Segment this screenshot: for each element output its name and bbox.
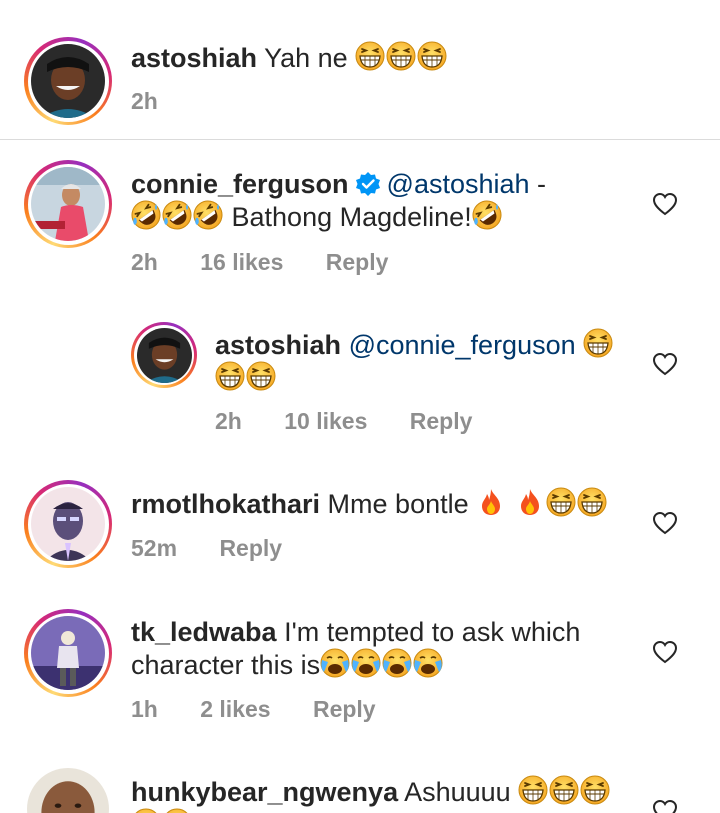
fire-emoji [515, 487, 545, 517]
avatar-image [31, 616, 105, 690]
comment-text-line: astoshiah @connie_ferguson [215, 328, 614, 361]
comment-text-line: rmotlhokathari Mme bontle [131, 487, 608, 520]
grin-squint-emoji [583, 328, 613, 358]
avatar-image [136, 327, 192, 383]
grin-squint-emoji [131, 808, 161, 813]
grin-squint-emoji [417, 41, 447, 71]
comment-text: character this is [131, 650, 321, 680]
comment-mention[interactable]: @astoshiah [387, 169, 530, 199]
comment-mention[interactable]: @connie_ferguson [349, 330, 576, 360]
reply-button[interactable]: Reply [410, 408, 473, 434]
comment-text: I'm tempted to ask which [284, 617, 581, 647]
grin-squint-emoji [580, 775, 610, 805]
avatar-image [31, 487, 105, 561]
avatar-image [31, 167, 105, 241]
comment-text-line [215, 361, 614, 394]
rofl-emoji [472, 200, 502, 230]
grin-squint-emoji [518, 775, 548, 805]
avatar[interactable] [24, 480, 112, 568]
avatar[interactable] [24, 37, 112, 125]
grin-squint-emoji [549, 775, 579, 805]
comment-meta: 2h 10 likes Reply [215, 408, 508, 435]
heart-outline-icon[interactable] [652, 511, 678, 535]
rofl-emoji [131, 200, 161, 230]
comment-meta: 1h 2 likes Reply [131, 696, 412, 723]
comment-username[interactable]: tk_ledwaba [131, 617, 277, 647]
comment-meta: 2h 16 likes Reply [131, 249, 424, 276]
rofl-emoji [193, 200, 223, 230]
comment-time: 2h [215, 408, 242, 434]
divider [0, 139, 720, 140]
comment-time: 1h [131, 696, 158, 722]
comment-text: Ashuuuu [404, 777, 511, 807]
reply-button[interactable]: Reply [219, 535, 282, 561]
comment-likes[interactable]: 2 likes [200, 696, 270, 722]
loudly-crying-emoji [382, 648, 412, 678]
comment-text-line: tk_ledwaba I'm tempted to ask which [131, 616, 580, 648]
comment-text-line [131, 808, 611, 813]
verified-badge-icon [355, 171, 381, 197]
comment-meta: 2h [131, 88, 194, 115]
loudly-crying-emoji [351, 648, 381, 678]
heart-outline-icon[interactable] [652, 640, 678, 664]
fire-emoji [476, 487, 506, 517]
avatar[interactable] [131, 322, 197, 388]
grin-squint-emoji [215, 361, 245, 391]
comment-meta: 52m Reply [131, 535, 318, 562]
comment-text-line: character this is [131, 648, 580, 681]
comment-time: 2h [131, 88, 158, 114]
comment-likes[interactable]: 16 likes [200, 249, 283, 275]
comment-text-line: astoshiah Yah ne [131, 41, 448, 74]
grin-squint-emoji [386, 41, 416, 71]
comment-text: Mme bontle [327, 489, 469, 519]
comment-username[interactable]: connie_ferguson [131, 169, 349, 199]
comment-username[interactable]: astoshiah [131, 43, 257, 73]
grin-squint-emoji [577, 487, 607, 517]
grin-squint-emoji [546, 487, 576, 517]
comment-text-line: Bathong Magdeline! [131, 200, 546, 233]
comment-text-line: hunkybear_ngwenya Ashuuuu [131, 775, 611, 808]
grin-squint-emoji [355, 41, 385, 71]
comment-username[interactable]: rmotlhokathari [131, 489, 320, 519]
heart-outline-icon[interactable] [652, 799, 678, 813]
heart-outline-icon[interactable] [652, 192, 678, 216]
comment-text: Yah ne [264, 43, 348, 73]
comment-username[interactable]: hunkybear_ngwenya [131, 777, 398, 807]
comment-time: 2h [131, 249, 158, 275]
avatar[interactable] [27, 768, 109, 813]
rofl-emoji [162, 200, 192, 230]
comment-text: Bathong Magdeline! [231, 202, 472, 232]
comment-time: 52m [131, 535, 178, 561]
comment-username[interactable]: astoshiah [215, 330, 341, 360]
heart-outline-icon[interactable] [652, 352, 678, 376]
reply-button[interactable]: Reply [326, 249, 389, 275]
avatar-image [31, 44, 105, 118]
reply-button[interactable]: Reply [313, 696, 376, 722]
avatar-image [27, 768, 109, 813]
comment-text-line: connie_ferguson @astoshiah - [131, 168, 546, 200]
comment-text: - [529, 169, 547, 199]
loudly-crying-emoji [320, 648, 350, 678]
loudly-crying-emoji [413, 648, 443, 678]
avatar[interactable] [24, 609, 112, 697]
grin-squint-emoji [246, 361, 276, 391]
comment-likes[interactable]: 10 likes [284, 408, 367, 434]
grin-squint-emoji [162, 808, 192, 813]
avatar[interactable] [24, 160, 112, 248]
